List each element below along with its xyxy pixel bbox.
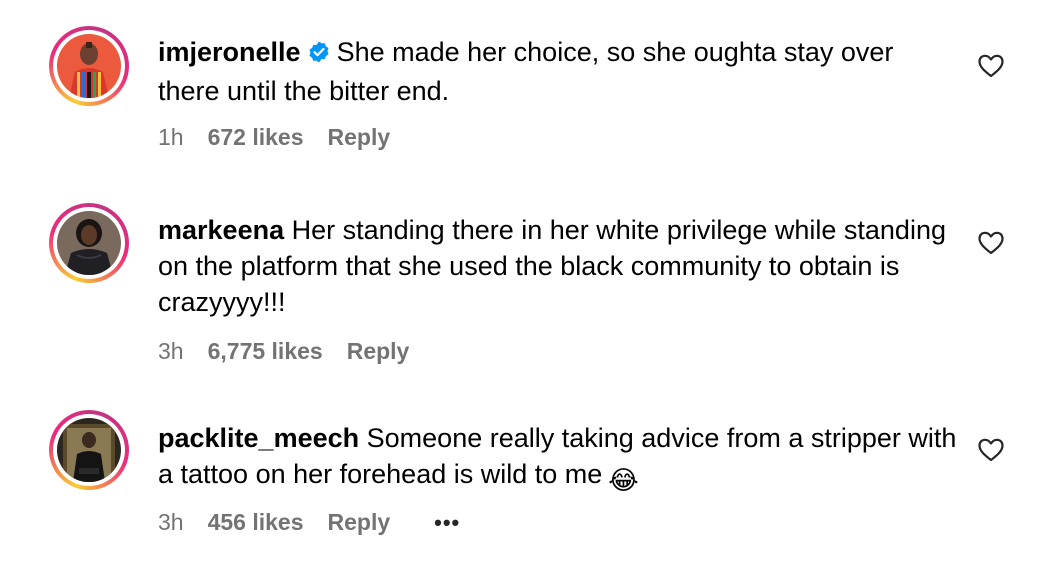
like-heart-icon[interactable]: [978, 54, 1004, 78]
avatar-image: [57, 211, 121, 275]
avatar[interactable]: [57, 211, 121, 275]
avatar-story-ring[interactable]: [49, 410, 129, 490]
more-options-icon[interactable]: •••: [434, 510, 460, 536]
comment-body: imjeronelle She made her choice, so she o…: [158, 34, 958, 109]
comment-username[interactable]: imjeronelle: [158, 37, 301, 67]
comment-body: packlite_meech Someone really taking adv…: [158, 420, 958, 499]
avatar-border: [53, 207, 125, 279]
comment-body: markeena Her standing there in her white…: [158, 212, 958, 320]
comment-meta: 1h 672 likes Reply: [158, 124, 390, 151]
avatar-image: [57, 418, 121, 482]
avatar-story-ring[interactable]: [49, 26, 129, 106]
like-heart-icon[interactable]: [978, 231, 1004, 255]
comment-likes-count[interactable]: 456 likes: [208, 509, 304, 536]
comment-meta: 3h 6,775 likes Reply: [158, 338, 409, 365]
avatar-image: [57, 34, 121, 98]
like-heart-icon[interactable]: [978, 438, 1004, 462]
comment-meta: 3h 456 likes Reply •••: [158, 509, 460, 536]
verified-badge-icon: [307, 37, 331, 73]
comment-timestamp[interactable]: 3h: [158, 338, 184, 365]
reply-button[interactable]: Reply: [328, 124, 391, 151]
avatar-border: [53, 30, 125, 102]
comment-username[interactable]: packlite_meech: [158, 423, 359, 453]
comment-likes-count[interactable]: 6,775 likes: [208, 338, 323, 365]
comment-timestamp[interactable]: 1h: [158, 124, 184, 151]
avatar[interactable]: [57, 418, 121, 482]
avatar[interactable]: [57, 34, 121, 98]
reply-button[interactable]: Reply: [328, 509, 391, 536]
comment-timestamp[interactable]: 3h: [158, 509, 184, 536]
comment-likes-count[interactable]: 672 likes: [208, 124, 304, 151]
avatar-border: [53, 414, 125, 486]
comment-username[interactable]: markeena: [158, 215, 284, 245]
laughing-emoji: 😂: [608, 466, 639, 496]
avatar-story-ring[interactable]: [49, 203, 129, 283]
reply-button[interactable]: Reply: [347, 338, 410, 365]
